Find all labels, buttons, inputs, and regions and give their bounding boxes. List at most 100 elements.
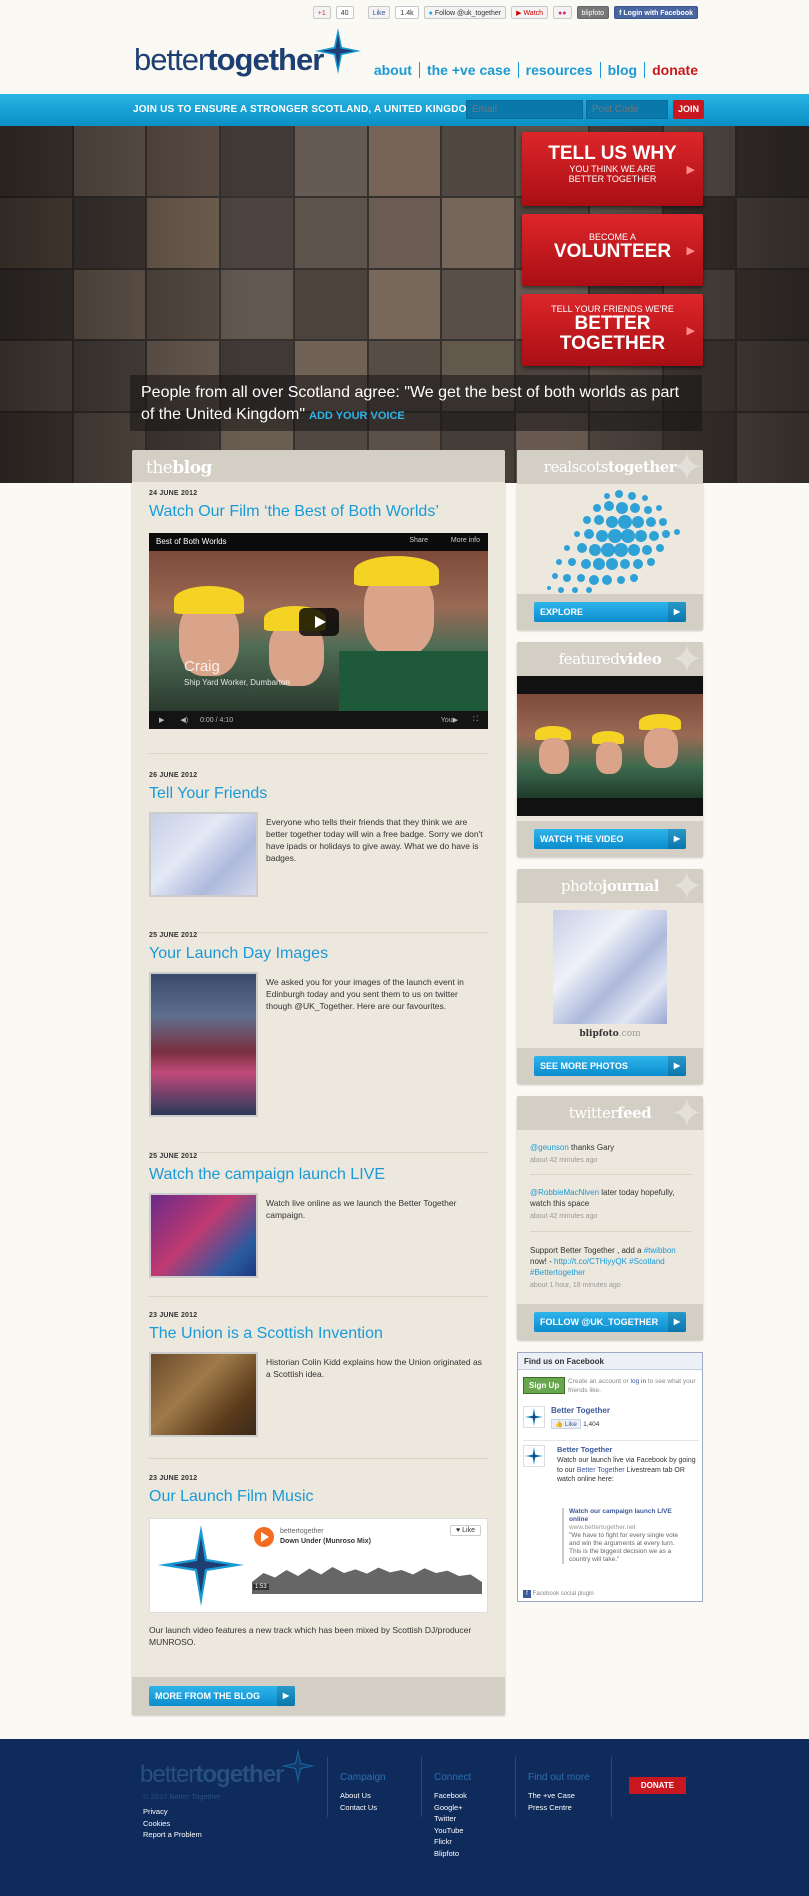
postcode-input[interactable] bbox=[586, 100, 668, 119]
more-from-blog-button[interactable]: MORE FROM THE BLOG ▶ bbox=[149, 1686, 295, 1706]
tweet-text: thanks Gary bbox=[568, 1143, 615, 1152]
map-dot bbox=[574, 531, 580, 537]
footer-link-cookies[interactable]: Cookies bbox=[143, 1818, 202, 1830]
fullscreen-icon[interactable]: ⛶ bbox=[473, 716, 478, 724]
tweet-url-link[interactable]: http://t.co/CTHiyyQK bbox=[554, 1257, 627, 1266]
video-share[interactable]: Share bbox=[409, 537, 428, 544]
footer-link-googleplus[interactable]: Google+ bbox=[434, 1802, 467, 1814]
nav-about[interactable]: about bbox=[367, 62, 419, 78]
map-dot bbox=[596, 530, 608, 542]
saltire-watermark-icon: ✦ bbox=[669, 642, 703, 683]
facebook-like-button[interactable]: 👍 Like bbox=[551, 1419, 581, 1429]
follow-uk-together-button[interactable]: FOLLOW @UK_TOGETHER ▶ bbox=[534, 1312, 686, 1332]
launch-live-thumbnail[interactable] bbox=[149, 1193, 258, 1278]
footer-link-positive-case[interactable]: The +ve Case bbox=[528, 1790, 575, 1802]
explore-button[interactable]: EXPLORE ▶ bbox=[534, 602, 686, 622]
facebook-login-link[interactable]: log in bbox=[631, 1378, 647, 1385]
featured-video-thumbnail[interactable] bbox=[517, 676, 703, 816]
post-title[interactable]: Watch the campaign launch LIVE bbox=[149, 1166, 488, 1184]
footer-link-privacy[interactable]: Privacy bbox=[143, 1806, 202, 1818]
soundcloud-waveform[interactable] bbox=[252, 1567, 482, 1594]
map-dot bbox=[563, 574, 571, 582]
post-title[interactable]: Watch Our Film ‘the Best of Both Worlds’ bbox=[149, 503, 488, 521]
post-title[interactable]: The Union is a Scottish Invention bbox=[149, 1325, 488, 1343]
tweet-hashtag-link[interactable]: #Scotland bbox=[629, 1257, 665, 1266]
facebook-shared-link[interactable]: Watch our campaign launch LIVE online ww… bbox=[562, 1508, 680, 1564]
facebook-post-author[interactable]: Better Together bbox=[557, 1445, 612, 1454]
badges-thumbnail[interactable] bbox=[149, 812, 258, 897]
blipfoto-button[interactable]: blipfoto bbox=[576, 6, 610, 19]
tweet-hashtag-link[interactable]: #Bettertogether bbox=[530, 1268, 585, 1277]
photo-journal-footer: SEE MORE PHOTOS ▶ bbox=[517, 1048, 703, 1084]
facebook-post-link[interactable]: Better Together bbox=[577, 1467, 625, 1474]
tell-your-friends-button[interactable]: TELL YOUR FRIENDS WE'RE BETTER TOGETHER … bbox=[522, 294, 703, 366]
footer-link-flickr[interactable]: Flickr bbox=[434, 1836, 467, 1848]
youtube-video-player[interactable]: Best of Both Worlds Share More info Crai… bbox=[149, 533, 488, 729]
soundcloud-like-button[interactable]: ♥ Like bbox=[450, 1525, 481, 1536]
email-input[interactable] bbox=[466, 100, 583, 119]
post-text: Watch live online as we launch the Bette… bbox=[266, 1198, 457, 1220]
launch-images-thumbnail[interactable] bbox=[149, 972, 258, 1117]
post-title[interactable]: Your Launch Day Images bbox=[149, 945, 488, 963]
nav-blog[interactable]: blog bbox=[601, 62, 645, 78]
map-dot bbox=[632, 516, 644, 528]
map-dot bbox=[647, 558, 655, 566]
add-your-voice-link[interactable]: ADD YOUR VOICE bbox=[309, 410, 405, 422]
union-document-thumbnail[interactable] bbox=[149, 1352, 258, 1437]
blog-head-blog: blog bbox=[172, 458, 212, 478]
tweet-user-link[interactable]: @RobbieMacNiven bbox=[530, 1188, 599, 1197]
scotland-dots-map[interactable] bbox=[527, 486, 693, 594]
cta1-small1: YOU THINK WE ARE bbox=[569, 163, 656, 174]
footer-donate-button[interactable]: DONATE bbox=[629, 1777, 686, 1794]
video-more-info[interactable]: More info bbox=[451, 537, 480, 544]
facebook-page-link[interactable]: Better Together bbox=[551, 1406, 610, 1415]
join-button[interactable]: JOIN bbox=[673, 100, 704, 119]
post-title[interactable]: Tell Your Friends bbox=[149, 785, 488, 803]
facebook-like-button[interactable]: Like bbox=[367, 6, 391, 19]
soundcloud-play-icon[interactable] bbox=[254, 1527, 274, 1547]
footer-link-contact-us[interactable]: Contact Us bbox=[340, 1802, 377, 1814]
cta3-big1: BETTER bbox=[574, 313, 651, 334]
youtube-logo-icon[interactable]: You▶ bbox=[441, 716, 458, 724]
facebook-login-button[interactable]: f Login with Facebook bbox=[614, 6, 698, 19]
google-plus-button[interactable]: +1 bbox=[312, 6, 331, 19]
map-dot bbox=[581, 559, 591, 569]
play-icon[interactable]: ▶ bbox=[159, 717, 164, 724]
footer-link-twitter[interactable]: Twitter bbox=[434, 1813, 467, 1825]
map-dot bbox=[644, 506, 652, 514]
featured-a: featured bbox=[558, 650, 620, 668]
footer-logo[interactable]: bettertogether bbox=[140, 1761, 284, 1789]
soundcloud-user[interactable]: bettertogether bbox=[280, 1528, 324, 1535]
footer-link-youtube[interactable]: YouTube bbox=[434, 1825, 467, 1837]
soundcloud-track[interactable]: Down Under (Munroso Mix) bbox=[280, 1538, 371, 1545]
blipfoto-logo[interactable]: blipfoto.com bbox=[517, 1029, 703, 1039]
play-button-icon[interactable] bbox=[299, 608, 339, 636]
footer-link-report[interactable]: Report a Problem bbox=[143, 1829, 202, 1841]
footer-link-about-us[interactable]: About Us bbox=[340, 1790, 377, 1802]
flickr-button[interactable]: ●● bbox=[553, 6, 572, 19]
tweet-user-link[interactable]: @geunson bbox=[530, 1143, 569, 1152]
nav-donate[interactable]: donate bbox=[645, 62, 698, 78]
footer-link-blipfoto[interactable]: Blipfoto bbox=[434, 1848, 467, 1860]
video-controls: ▶ ◀) 0:00 / 4:10 You▶ ⛶ bbox=[149, 711, 488, 729]
become-volunteer-button[interactable]: BECOME A VOLUNTEER ▶ bbox=[522, 214, 703, 286]
see-more-photos-button[interactable]: SEE MORE PHOTOS ▶ bbox=[534, 1056, 686, 1076]
badge-photo[interactable] bbox=[553, 910, 667, 1024]
nav-resources[interactable]: resources bbox=[519, 62, 600, 78]
youtube-watch-button[interactable]: ▶ Watch bbox=[511, 6, 549, 19]
tweet-hashtag-link[interactable]: #twibbon bbox=[644, 1246, 676, 1255]
tell-us-why-button[interactable]: TELL US WHY YOU THINK WE ARE BETTER TOGE… bbox=[522, 132, 703, 206]
facebook-signup-button[interactable]: Sign Up bbox=[523, 1377, 566, 1394]
map-dot bbox=[594, 515, 604, 525]
footer-link-facebook[interactable]: Facebook bbox=[434, 1790, 467, 1802]
video-title: Best of Both Worlds bbox=[149, 533, 488, 551]
nav-positive-case[interactable]: the +ve case bbox=[420, 62, 518, 78]
footer-link-press-centre[interactable]: Press Centre bbox=[528, 1802, 575, 1814]
twitter-follow-button[interactable]: ● Follow @uk_together bbox=[423, 6, 507, 19]
site-logo[interactable]: bettertogether bbox=[134, 42, 324, 78]
chevron-right-icon: ▶ bbox=[686, 164, 695, 176]
watch-video-button[interactable]: WATCH THE VIDEO ▶ bbox=[534, 829, 686, 849]
post-title[interactable]: Our Launch Film Music bbox=[149, 1488, 488, 1506]
volume-icon[interactable]: ◀) bbox=[180, 717, 188, 724]
facebook-plugin-text: Facebook social plugin bbox=[532, 1591, 594, 1597]
